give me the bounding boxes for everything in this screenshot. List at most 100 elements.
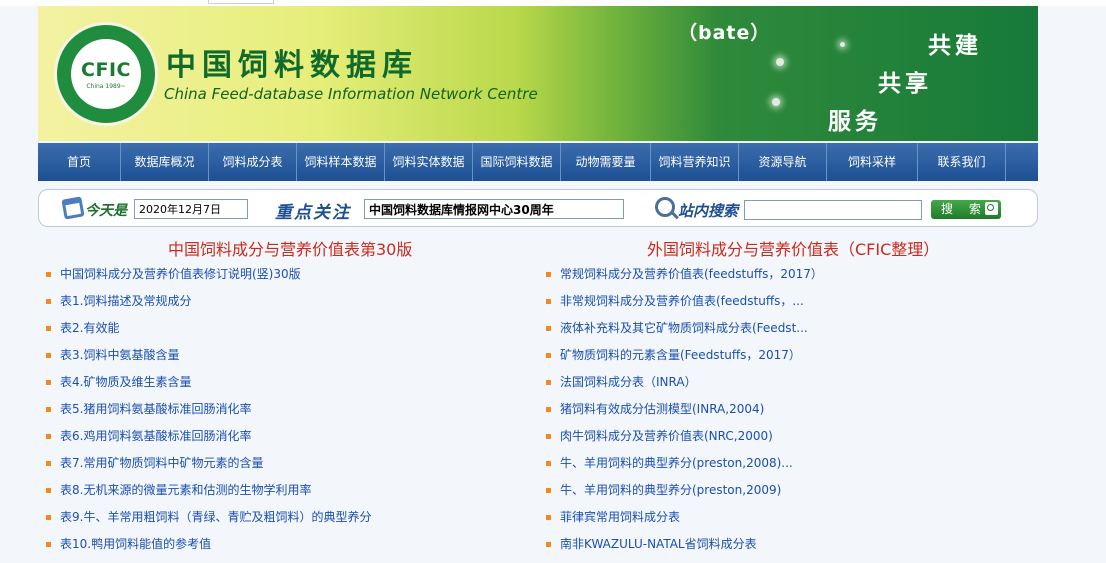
left-link-list: 中国饲料成分及营养价值表修订说明(竖)30版 表1.饲料描述及常规成分 表2.有… — [44, 266, 371, 563]
logo-year: China 1989~ — [86, 82, 126, 90]
list-item-link[interactable]: 牛、羊用饲料的典型养分(preston,2008)... — [560, 456, 793, 470]
nav-item-feed-sample-data[interactable]: 饲料样本数据 — [297, 143, 385, 181]
list-item[interactable]: 牛、羊用饲料的典型养分(preston,2009) — [544, 482, 823, 509]
site-search-label: 站内搜索 — [678, 202, 739, 220]
list-item-link[interactable]: 表7.常用矿物质饲料中矿物元素的含量 — [60, 456, 263, 470]
list-item[interactable]: 中国饲料成分及营养价值表修订说明(竖)30版 — [44, 266, 371, 293]
nav-item-database-overview[interactable]: 数据库概况 — [121, 143, 209, 181]
list-item[interactable]: 肉牛饲料成分及营养价值表(NRC,2000) — [544, 428, 823, 455]
bullet-icon — [46, 542, 51, 547]
list-item[interactable]: 牛、羊用饲料的典型养分(preston,2008)... — [544, 455, 823, 482]
list-item-link[interactable]: 矿物质饲料的元素含量(Feedstuffs，2017） — [560, 348, 801, 362]
info-bar: 今天是 2020年12月7日 重点关注 中国饲料数据库情报网中心30周年 站内搜… — [38, 189, 1038, 227]
nav-item-animal-requirements[interactable]: 动物需要量 — [561, 143, 651, 181]
list-item[interactable]: 表1.饲料描述及常规成分 — [44, 293, 371, 320]
focus-field[interactable]: 中国饲料数据库情报网中心30周年 — [364, 199, 624, 219]
list-item[interactable]: 表10.鸭用饲料能值的参考值 — [44, 536, 371, 563]
cfic-logo[interactable]: CFIC China 1989~ — [54, 22, 158, 126]
bullet-icon — [546, 461, 551, 466]
list-item-link[interactable]: 液体补充料及其它矿物质饲料成分表(Feedst... — [560, 321, 808, 335]
bullet-icon — [546, 542, 551, 547]
bullet-icon — [46, 488, 51, 493]
bullet-icon — [546, 299, 551, 304]
list-item[interactable]: 表2.有效能 — [44, 320, 371, 347]
nav-item-feed-entity-data[interactable]: 饲料实体数据 — [385, 143, 473, 181]
bullet-icon — [546, 326, 551, 331]
list-item[interactable]: 表4.矿物质及维生素含量 — [44, 374, 371, 401]
list-item[interactable]: 矿物质饲料的元素含量(Feedstuffs，2017） — [544, 347, 823, 374]
list-item-link[interactable]: 表6.鸡用饲料氨基酸标准回肠消化率 — [60, 429, 251, 443]
list-item[interactable]: 表8.无机来源的微量元素和估测的生物学利用率 — [44, 482, 371, 509]
list-item[interactable]: 表5.猪用饲料氨基酸标准回肠消化率 — [44, 401, 371, 428]
date-field[interactable]: 2020年12月7日 — [134, 199, 248, 219]
list-item-link[interactable]: 法国饲料成分表（INRA） — [560, 375, 697, 389]
browser-tab-stub — [208, 0, 274, 4]
list-item[interactable]: 非常规饲料成分及营养价值表(feedstuffs，... — [544, 293, 823, 320]
list-item-link[interactable]: 表9.牛、羊常用粗饲料（青绿、青贮及粗饲料）的典型养分 — [60, 510, 371, 524]
list-item-link[interactable]: 肉牛饲料成分及营养价值表(NRC,2000) — [560, 429, 773, 443]
list-item-link[interactable]: 表10.鸭用饲料能值的参考值 — [60, 537, 211, 551]
list-item-link[interactable]: 牛、羊用饲料的典型养分(preston,2009) — [560, 483, 781, 497]
list-item[interactable]: 菲律宾常用饲料成分表 — [544, 509, 823, 536]
nav-item-contact-us[interactable]: 联系我们 — [918, 143, 1006, 181]
bullet-icon — [46, 272, 51, 277]
bullet-icon — [546, 407, 551, 412]
list-item-link[interactable]: 常规饲料成分及营养价值表(feedstuffs，2017） — [560, 267, 823, 281]
sparkle-decoration — [776, 58, 784, 66]
list-item-link[interactable]: 中国饲料成分及营养价值表修订说明(竖)30版 — [60, 267, 301, 281]
slogan-line-3: 服务 — [828, 109, 882, 135]
site-banner: CFIC China 1989~ 中国饲料数据库 China Feed-data… — [38, 6, 1038, 141]
main-nav: 首页 数据库概况 饲料成分表 饲料样本数据 饲料实体数据 国际饲料数据 动物需要… — [38, 143, 1038, 181]
search-icon — [985, 202, 998, 215]
search-button-label: 搜 索 — [941, 202, 987, 216]
list-item-link[interactable]: 表2.有效能 — [60, 321, 119, 335]
bullet-icon — [46, 353, 51, 358]
nav-item-home[interactable]: 首页 — [38, 143, 121, 181]
list-item-link[interactable]: 非常规饲料成分及营养价值表(feedstuffs，... — [560, 294, 804, 308]
list-item-link[interactable]: 表5.猪用饲料氨基酸标准回肠消化率 — [60, 402, 251, 416]
bullet-icon — [546, 380, 551, 385]
list-item-link[interactable]: 猪饲料有效成分估测模型(INRA,2004) — [560, 402, 764, 416]
list-item[interactable]: 法国饲料成分表（INRA） — [544, 374, 823, 401]
list-item-link[interactable]: 南非KWAZULU-NATAL省饲料成分表 — [560, 537, 757, 551]
list-item[interactable]: 南非KWAZULU-NATAL省饲料成分表 — [544, 536, 823, 563]
bullet-icon — [46, 299, 51, 304]
right-column-title[interactable]: 外国饲料成分与营养价值表（CFIC整理） — [647, 236, 939, 260]
bullet-icon — [46, 380, 51, 385]
magnifier-icon — [655, 197, 675, 217]
site-title-en: China Feed-database Information Network … — [164, 85, 538, 103]
left-column-title[interactable]: 中国饲料成分与营养价值表第30版 — [168, 236, 412, 260]
list-item[interactable]: 表3.饲料中氨基酸含量 — [44, 347, 371, 374]
slogan-line-2: 共享 — [878, 71, 932, 97]
nav-item-resource-navigation[interactable]: 资源导航 — [739, 143, 827, 181]
list-item[interactable]: 表6.鸡用饲料氨基酸标准回肠消化率 — [44, 428, 371, 455]
bullet-icon — [46, 326, 51, 331]
nav-item-international-data[interactable]: 国际饲料数据 — [473, 143, 561, 181]
list-item-link[interactable]: 表4.矿物质及维生素含量 — [60, 375, 191, 389]
list-item[interactable]: 表7.常用矿物质饲料中矿物元素的含量 — [44, 455, 371, 482]
search-button[interactable]: 搜 索 — [931, 200, 1001, 219]
list-item[interactable]: 液体补充料及其它矿物质饲料成分表(Feedst... — [544, 320, 823, 347]
bullet-icon — [546, 488, 551, 493]
bullet-icon — [46, 461, 51, 466]
focus-label: 重点关注 — [275, 203, 351, 223]
bullet-icon — [546, 353, 551, 358]
nav-item-feed-composition[interactable]: 饲料成分表 — [209, 143, 297, 181]
list-item-link[interactable]: 菲律宾常用饲料成分表 — [560, 510, 680, 524]
calendar-icon — [61, 196, 85, 220]
list-item-link[interactable]: 表3.饲料中氨基酸含量 — [60, 348, 179, 362]
logo-text: CFIC — [81, 58, 131, 81]
nav-item-feed-sampling[interactable]: 饲料采样 — [827, 143, 918, 181]
search-input[interactable] — [744, 200, 922, 220]
list-item[interactable]: 猪饲料有效成分估测模型(INRA,2004) — [544, 401, 823, 428]
list-item-link[interactable]: 表8.无机来源的微量元素和估测的生物学利用率 — [60, 483, 311, 497]
list-item-link[interactable]: 表1.饲料描述及常规成分 — [60, 294, 191, 308]
bullet-icon — [46, 434, 51, 439]
bullet-icon — [46, 515, 51, 520]
nav-item-nutrition-knowledge[interactable]: 饲料营养知识 — [651, 143, 739, 181]
list-item[interactable]: 常规饲料成分及营养价值表(feedstuffs，2017） — [544, 266, 823, 293]
today-label: 今天是 — [85, 203, 127, 219]
logo-inner: CFIC China 1989~ — [71, 39, 141, 109]
list-item[interactable]: 表9.牛、羊常用粗饲料（青绿、青贮及粗饲料）的典型养分 — [44, 509, 371, 536]
bullet-icon — [46, 407, 51, 412]
